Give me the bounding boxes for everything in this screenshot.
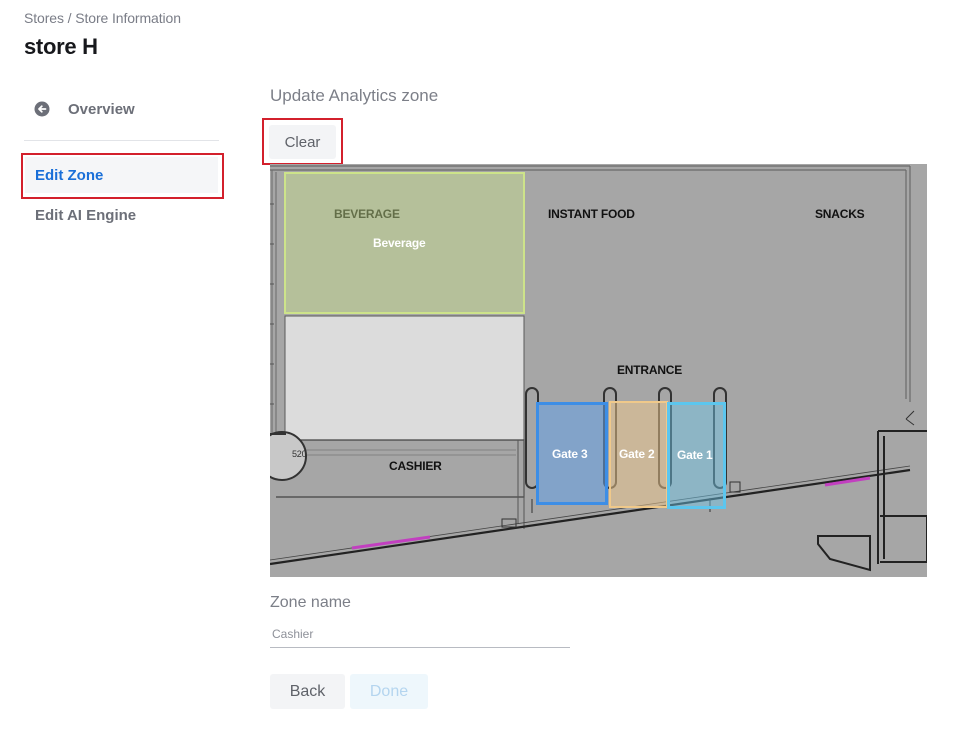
section-title: Update Analytics zone — [270, 86, 439, 105]
zone-name-input[interactable] — [270, 620, 570, 648]
zone-name-label: Zone name — [270, 594, 351, 611]
zone-label: Beverage — [373, 236, 426, 250]
clear-button[interactable]: Clear — [269, 125, 336, 159]
sidebar-item-edit-ai-engine[interactable]: Edit AI Engine — [35, 207, 136, 224]
area-label-cashier: CASHIER — [389, 459, 442, 473]
page-title: store H — [24, 34, 98, 59]
arrow-left-circle-icon — [34, 101, 50, 117]
area-label-snacks: SNACKS — [815, 207, 865, 221]
floorplan-canvas[interactable]: BEVERAGE INSTANT FOOD SNACKS ENTRANCE CA… — [270, 164, 927, 577]
zone-label: Gate 2 — [619, 447, 655, 461]
zone-label: Gate 1 — [677, 448, 713, 462]
back-button[interactable]: Back — [270, 674, 345, 709]
sidebar-divider — [24, 140, 219, 141]
sidebar-item-label: Overview — [68, 100, 135, 118]
done-button[interactable]: Done — [350, 674, 428, 709]
sidebar-item-label: Edit Zone — [35, 167, 104, 184]
area-label-instant-food: INSTANT FOOD — [548, 207, 635, 221]
dimension-label: 520 — [292, 449, 307, 459]
area-label-entrance: ENTRANCE — [617, 363, 683, 377]
zone-label: Gate 3 — [552, 447, 588, 461]
zone-beverage[interactable]: Beverage — [284, 172, 525, 314]
zone-gate-1[interactable]: Gate 1 — [667, 402, 726, 509]
sidebar-item-overview[interactable]: Overview — [34, 96, 135, 122]
zone-gate-3[interactable]: Gate 3 — [536, 402, 608, 505]
breadcrumb: Stores / Store Information — [24, 10, 181, 26]
sidebar-item-edit-zone[interactable]: Edit Zone — [21, 153, 224, 199]
zone-gate-2[interactable]: Gate 2 — [609, 401, 668, 508]
